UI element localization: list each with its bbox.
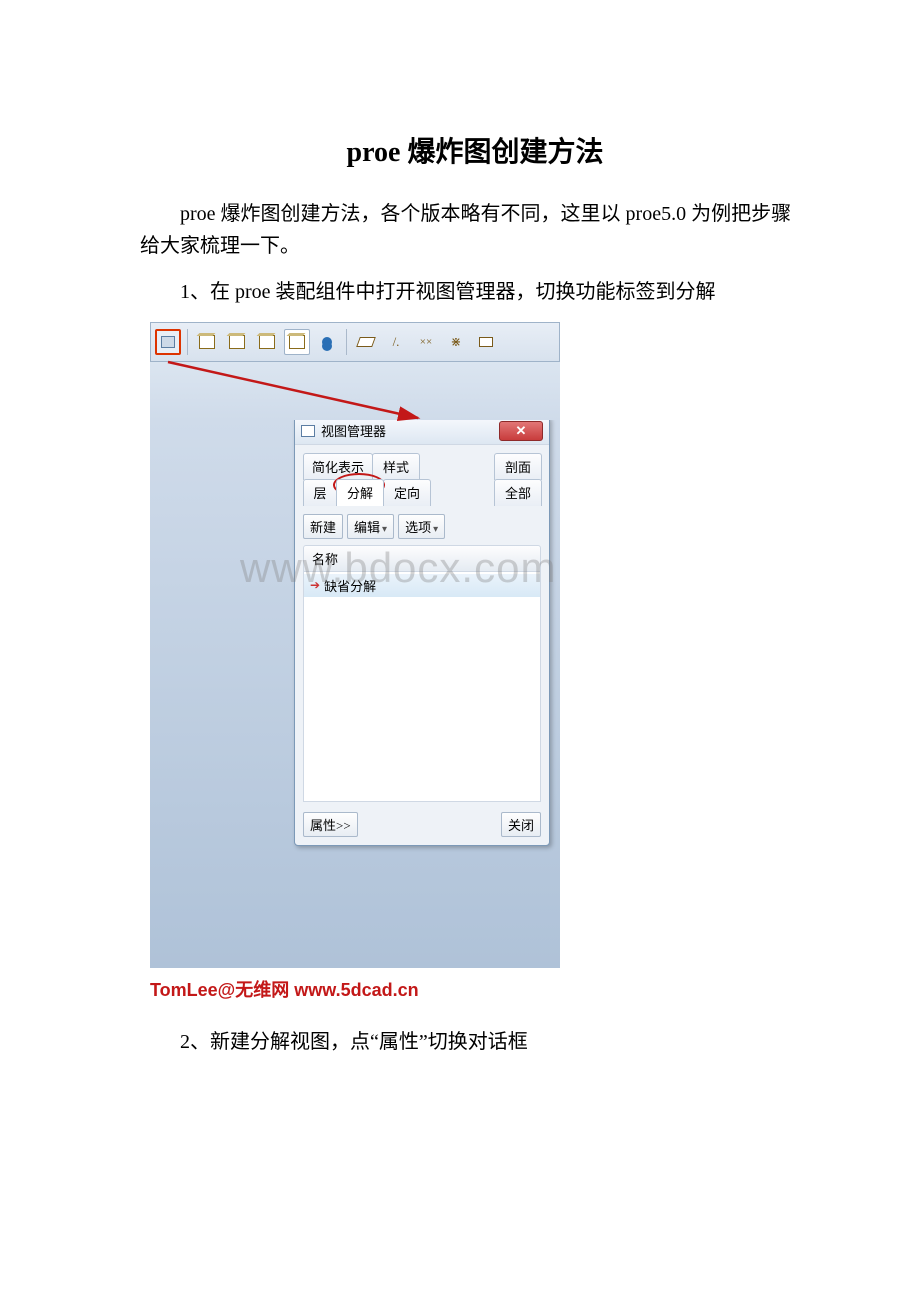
- new-button[interactable]: 新建: [303, 514, 343, 539]
- step-2: 2、新建分解视图，点“属性”切换对话框: [140, 1026, 810, 1058]
- dialog-footer: 属性>> 关闭: [303, 812, 541, 837]
- chevron-down-icon: [431, 520, 438, 535]
- active-arrow-icon: ➔: [310, 578, 320, 593]
- view-manager-dialog: 视图管理器 ✕ 简化表示 样式 剖面 层 分解 定向 全部: [294, 416, 550, 846]
- toolbar-datum-plane-icon[interactable]: [353, 329, 379, 355]
- tab-style[interactable]: 样式: [372, 453, 420, 480]
- toolbar-cube-icon-2[interactable]: [224, 329, 250, 355]
- cube-icon: [259, 335, 275, 349]
- cube-icon: [289, 335, 305, 349]
- csys-icon: ⋇: [451, 334, 462, 350]
- list-header: 名称: [303, 545, 541, 572]
- toolbar-csys-icon[interactable]: ⋇: [443, 329, 469, 355]
- author-credit: TomLee@无维网 www.5dcad.cn: [150, 976, 810, 1002]
- dialog-button-row: 新建 编辑 选项: [303, 514, 541, 539]
- toolbar-person-icon[interactable]: [314, 329, 340, 355]
- tab-all[interactable]: 全部: [494, 479, 542, 506]
- options-button[interactable]: 选项: [398, 514, 445, 539]
- list-item[interactable]: ➔ 缺省分解: [304, 574, 540, 597]
- explode-list: ➔ 缺省分解: [303, 572, 541, 802]
- chevron-down-icon: [380, 520, 387, 535]
- tab-explode[interactable]: 分解: [336, 479, 384, 506]
- plane-icon: [356, 337, 376, 347]
- properties-button[interactable]: 属性>>: [303, 812, 358, 837]
- toolbar-cube-icon-4[interactable]: [284, 329, 310, 355]
- toolbar-cube-icon-3[interactable]: [254, 329, 280, 355]
- axis-icon: /.: [393, 334, 400, 350]
- toolbar-cube-icon-1[interactable]: [194, 329, 220, 355]
- proe-toolbar: /. ×× ⋇: [150, 322, 560, 362]
- tab-simplified-rep[interactable]: 简化表示: [303, 453, 373, 480]
- tab-orient[interactable]: 定向: [383, 479, 431, 506]
- toolbar-annotation-icon[interactable]: [473, 329, 499, 355]
- dialog-body: 简化表示 样式 剖面 层 分解 定向 全部 新建 编辑 选项: [295, 445, 549, 845]
- step-1: 1、在 proe 装配组件中打开视图管理器，切换功能标签到分解: [140, 276, 810, 308]
- list-item-label: 缺省分解: [324, 576, 376, 595]
- callout-arrow-region: [150, 362, 560, 420]
- dialog-title-icon: [301, 425, 315, 437]
- close-icon: ✕: [516, 423, 527, 439]
- toolbar-separator: [346, 329, 347, 355]
- cube-icon: [199, 335, 215, 349]
- intro-paragraph: proe 爆炸图创建方法，各个版本略有不同，这里以 proe5.0 为例把步骤给…: [140, 198, 810, 262]
- screenshot-figure: /. ×× ⋇ 视图管理器 ✕: [150, 322, 810, 968]
- page-title: proe 爆炸图创建方法: [140, 130, 810, 170]
- dialog-tabs: 简化表示 样式 剖面 层 分解 定向 全部: [303, 453, 541, 506]
- dialog-close-button[interactable]: ✕: [499, 421, 543, 441]
- view-manager-icon: [161, 336, 175, 348]
- close-button[interactable]: 关闭: [501, 812, 541, 837]
- tab-section[interactable]: 剖面: [494, 453, 542, 480]
- toolbar-datum-point-icon[interactable]: ××: [413, 329, 439, 355]
- point-icon: ××: [420, 336, 432, 348]
- cube-icon: [229, 335, 245, 349]
- dialog-stage: 视图管理器 ✕ 简化表示 样式 剖面 层 分解 定向 全部: [150, 420, 560, 968]
- tab-layer[interactable]: 层: [303, 479, 337, 506]
- person-icon: [322, 337, 332, 347]
- toolbar-separator: [187, 329, 188, 355]
- callout-arrow-icon: [162, 358, 442, 424]
- annotation-icon: [479, 337, 493, 347]
- view-manager-button[interactable]: [155, 329, 181, 355]
- toolbar-datum-axis-icon[interactable]: /.: [383, 329, 409, 355]
- edit-button[interactable]: 编辑: [347, 514, 394, 539]
